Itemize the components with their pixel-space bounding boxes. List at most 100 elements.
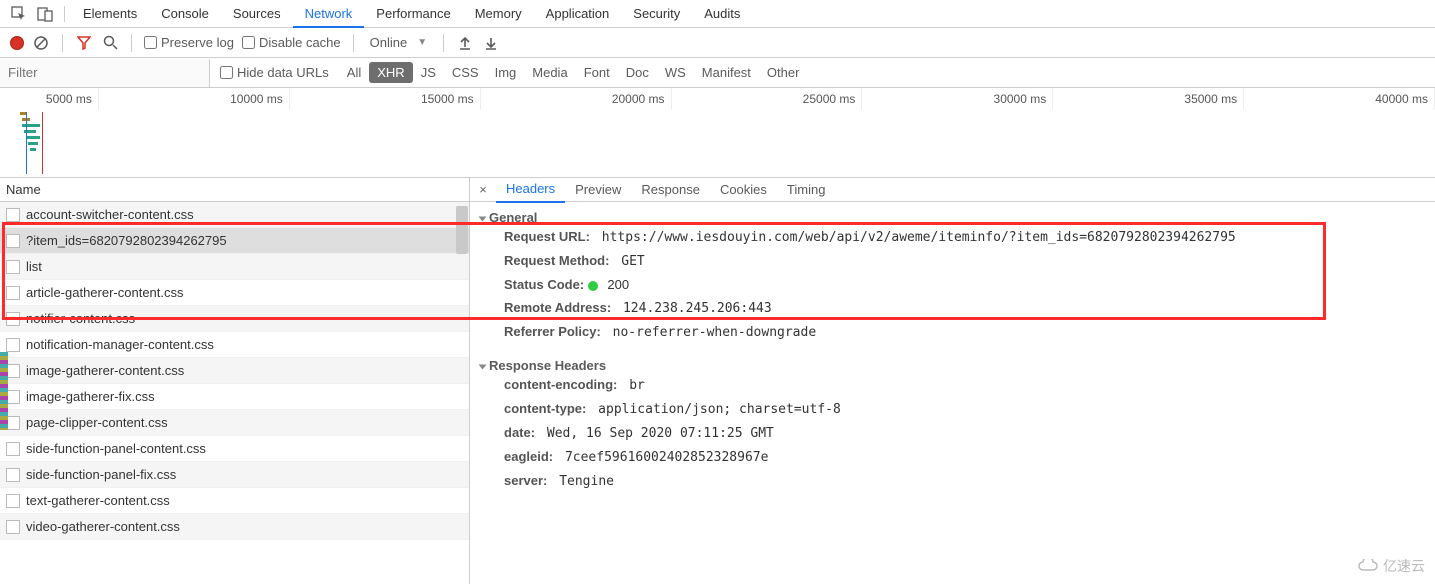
filter-type-css[interactable]: CSS [444, 62, 487, 83]
detail-tab-headers[interactable]: Headers [496, 177, 565, 203]
header-value: 7ceef59616002402852328967e [557, 450, 768, 465]
filter-type-all[interactable]: All [339, 62, 369, 83]
tab-elements[interactable]: Elements [71, 0, 149, 28]
network-toolbar: Preserve log Disable cache Online ▼ [0, 28, 1435, 58]
detail-tab-cookies[interactable]: Cookies [710, 178, 777, 202]
header-row: date: Wed, 16 Sep 2020 07:11:25 GMT [474, 421, 1435, 445]
filter-toggle-icon[interactable] [75, 34, 93, 52]
header-value: GET [613, 254, 644, 269]
tab-security[interactable]: Security [621, 0, 692, 28]
file-icon [6, 468, 20, 482]
detail-tabs: × Headers Preview Response Cookies Timin… [470, 178, 835, 201]
hide-data-urls-checkbox[interactable]: Hide data URLs [220, 65, 329, 80]
request-row[interactable]: side-function-panel-content.css [0, 436, 469, 462]
request-row[interactable]: side-function-panel-fix.css [0, 462, 469, 488]
divider [353, 34, 354, 52]
filter-type-manifest[interactable]: Manifest [694, 62, 759, 83]
tab-audits[interactable]: Audits [692, 0, 752, 28]
disable-cache-checkbox[interactable]: Disable cache [242, 35, 341, 50]
throttling-value: Online [370, 35, 408, 50]
request-row[interactable]: list [0, 254, 469, 280]
divider [443, 34, 444, 52]
scrollbar-thumb[interactable] [456, 206, 468, 254]
request-name: notification-manager-content.css [26, 337, 214, 352]
download-har-icon[interactable] [482, 34, 500, 52]
filter-type-js[interactable]: JS [413, 62, 444, 83]
header-value: application/json; charset=utf-8 [590, 402, 840, 417]
request-row[interactable]: account-switcher-content.css [0, 202, 469, 228]
request-row[interactable]: text-gatherer-content.css [0, 488, 469, 514]
request-row[interactable]: notifier-content.css [0, 306, 469, 332]
header-row: Status Code: 200 [474, 273, 1435, 296]
header-row: Referrer Policy: no-referrer-when-downgr… [474, 320, 1435, 344]
header-row: eagleid: 7ceef59616002402852328967e [474, 445, 1435, 469]
request-list[interactable]: account-switcher-content.css ?item_ids=68… [0, 202, 470, 584]
clear-icon[interactable] [32, 34, 50, 52]
detail-tab-response[interactable]: Response [631, 178, 710, 202]
upload-har-icon[interactable] [456, 34, 474, 52]
filter-input[interactable] [0, 59, 210, 87]
request-row[interactable]: ?item_ids=6820792802394262795 [0, 228, 469, 254]
header-row: content-encoding: br [474, 373, 1435, 397]
filter-type-ws[interactable]: WS [657, 62, 694, 83]
inspect-element-icon[interactable] [6, 0, 32, 28]
header-key: content-type: [504, 401, 586, 416]
header-row: Request URL: https://www.iesdouyin.com/w… [474, 225, 1435, 249]
tab-sources[interactable]: Sources [221, 0, 293, 28]
filter-type-group: All XHR JS CSS Img Media Font Doc WS Man… [339, 62, 808, 83]
triangle-down-icon [479, 216, 487, 221]
header-value: 124.238.245.206:443 [615, 301, 772, 316]
tab-memory[interactable]: Memory [463, 0, 534, 28]
device-toggle-icon[interactable] [32, 0, 58, 28]
filter-type-font[interactable]: Font [576, 62, 618, 83]
filter-type-other[interactable]: Other [759, 62, 808, 83]
filter-type-img[interactable]: Img [487, 62, 525, 83]
request-row[interactable]: page-clipper-content.css [0, 410, 469, 436]
tab-application[interactable]: Application [534, 0, 622, 28]
tab-console[interactable]: Console [149, 0, 221, 28]
file-icon [6, 338, 20, 352]
request-name: account-switcher-content.css [26, 207, 194, 222]
header-value: Wed, 16 Sep 2020 07:11:25 GMT [539, 426, 774, 441]
tab-network[interactable]: Network [293, 0, 365, 28]
search-icon[interactable] [101, 34, 119, 52]
throttling-select[interactable]: Online ▼ [366, 35, 431, 50]
column-header-name[interactable]: Name [0, 178, 470, 201]
header-value: 200 [604, 277, 629, 292]
header-key: Referrer Policy: [504, 324, 601, 339]
timeline-tick: 20000 ms [481, 88, 672, 110]
request-name: article-gatherer-content.css [26, 285, 184, 300]
timeline-tick: 40000 ms [1244, 88, 1435, 110]
filter-type-media[interactable]: Media [524, 62, 575, 83]
header-value: br [621, 378, 644, 393]
header-row: server: Tengine [474, 469, 1435, 493]
detail-tab-preview[interactable]: Preview [565, 178, 631, 202]
request-name: image-gatherer-content.css [26, 363, 184, 378]
filter-type-doc[interactable]: Doc [618, 62, 657, 83]
request-row[interactable]: image-gatherer-content.css [0, 358, 469, 384]
filter-type-xhr[interactable]: XHR [369, 62, 412, 83]
header-value: https://www.iesdouyin.com/web/api/v2/awe… [594, 230, 1236, 245]
timeline-tick: 35000 ms [1053, 88, 1244, 110]
request-row[interactable]: video-gatherer-content.css [0, 514, 469, 540]
request-row[interactable]: article-gatherer-content.css [0, 280, 469, 306]
hide-data-urls-label: Hide data URLs [237, 65, 329, 80]
header-row: Request Method: GET [474, 249, 1435, 273]
record-button-icon[interactable] [10, 36, 24, 50]
content-split: account-switcher-content.css ?item_ids=68… [0, 202, 1435, 584]
filter-bar: Hide data URLs All XHR JS CSS Img Media … [0, 58, 1435, 88]
preserve-log-checkbox[interactable]: Preserve log [144, 35, 234, 50]
request-row[interactable]: image-gatherer-fix.css [0, 384, 469, 410]
network-timeline[interactable]: 5000 ms 10000 ms 15000 ms 20000 ms 25000… [0, 88, 1435, 178]
headers-pane[interactable]: General Request URL: https://www.iesdouy… [470, 202, 1435, 584]
section-title-general[interactable]: General [474, 210, 1435, 225]
section-title-response-headers[interactable]: Response Headers [474, 358, 1435, 373]
detail-tab-timing[interactable]: Timing [777, 178, 836, 202]
file-icon [6, 312, 20, 326]
request-name: image-gatherer-fix.css [26, 389, 155, 404]
tab-performance[interactable]: Performance [364, 0, 462, 28]
request-row[interactable]: notification-manager-content.css [0, 332, 469, 358]
close-details-icon[interactable]: × [470, 182, 496, 197]
split-header: Name × Headers Preview Response Cookies … [0, 178, 1435, 202]
header-key: eagleid: [504, 449, 553, 464]
